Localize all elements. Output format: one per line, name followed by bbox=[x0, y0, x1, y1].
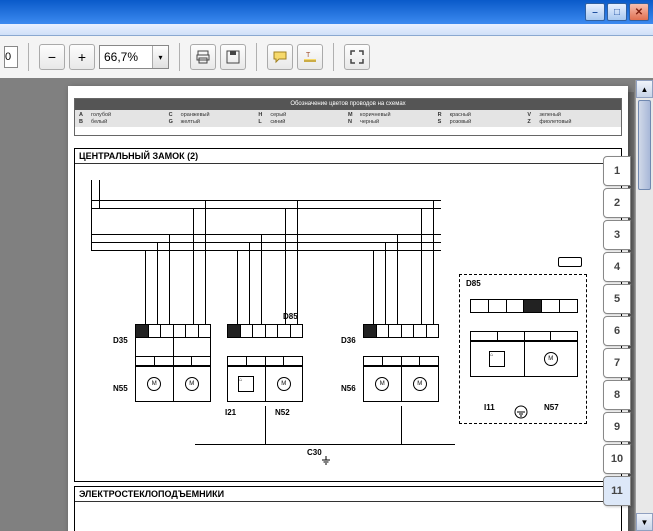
fullscreen-button[interactable] bbox=[344, 44, 370, 70]
section-power-windows: ЭЛЕКТРОСТЕКЛОПОДЪЕМНИКИ bbox=[74, 486, 622, 531]
save-button[interactable] bbox=[220, 44, 246, 70]
plus-icon: + bbox=[78, 49, 86, 65]
legend-name: синий bbox=[270, 119, 285, 125]
page-number-input[interactable] bbox=[4, 46, 18, 68]
vertical-scrollbar[interactable]: ▲ ▼ bbox=[635, 80, 653, 531]
fullscreen-icon bbox=[349, 49, 365, 65]
chevron-down-icon: ▾ bbox=[158, 53, 162, 62]
chevron-down-icon: ▼ bbox=[641, 518, 649, 527]
window-close-button[interactable]: ✕ bbox=[629, 3, 649, 21]
document-page: Обозначение цветов проводов на схемах Aг… bbox=[68, 86, 628, 531]
legend-name: серый bbox=[270, 112, 286, 118]
ground-icon bbox=[514, 405, 528, 419]
legend-code: Z bbox=[527, 119, 535, 125]
zoom-level-combo[interactable]: ▾ bbox=[99, 45, 169, 69]
chapter-tab[interactable]: 3 bbox=[603, 220, 631, 250]
legend-code: B bbox=[79, 119, 87, 125]
chapter-tab[interactable]: 10 bbox=[603, 444, 631, 474]
menubar bbox=[0, 24, 653, 36]
chapter-tab[interactable]: 7 bbox=[603, 348, 631, 378]
legend-name: розовый bbox=[450, 119, 472, 125]
legend-name: фиолетовый bbox=[539, 119, 571, 125]
wiring-diagram: C30 D35 M bbox=[75, 164, 621, 480]
legend-code: G bbox=[169, 119, 177, 125]
zoom-out-button[interactable]: − bbox=[39, 44, 65, 70]
chapter-tab[interactable]: 1 bbox=[603, 156, 631, 186]
highlight-button[interactable]: T bbox=[297, 44, 323, 70]
legend-name: красный bbox=[450, 112, 471, 118]
legend-code: M bbox=[348, 112, 356, 118]
zoom-level-input[interactable] bbox=[100, 46, 152, 68]
legend-code: H bbox=[258, 112, 266, 118]
module-d35-n55: D35 M M N55 bbox=[135, 324, 211, 402]
window-minimize-button[interactable]: – bbox=[585, 3, 605, 21]
highlight-icon: T bbox=[302, 49, 318, 65]
chapter-tab[interactable]: 8 bbox=[603, 380, 631, 410]
window-titlebar: – □ ✕ bbox=[0, 0, 653, 24]
chapter-tab[interactable]: 5 bbox=[603, 284, 631, 314]
legend-name: зеленый bbox=[539, 112, 561, 118]
legend-code: S bbox=[438, 119, 446, 125]
chapter-tab[interactable]: 6 bbox=[603, 316, 631, 346]
zoom-in-button[interactable]: + bbox=[69, 44, 95, 70]
comment-button[interactable] bbox=[267, 44, 293, 70]
document-viewer[interactable]: Обозначение цветов проводов на схемах Aг… bbox=[0, 80, 635, 531]
legend-name: желтый bbox=[181, 119, 200, 125]
module-d36-n56: D36 M M N56 bbox=[363, 324, 439, 402]
scroll-down-button[interactable]: ▼ bbox=[636, 513, 653, 531]
legend-name: коричневый bbox=[360, 112, 391, 118]
chapter-tab[interactable]: 2 bbox=[603, 188, 631, 218]
legend-code: R bbox=[438, 112, 446, 118]
legend-name: голубой bbox=[91, 112, 111, 118]
section-title: ЭЛЕКТРОСТЕКЛОПОДЪЕМНИКИ bbox=[75, 487, 621, 502]
chapter-tab[interactable]: 9 bbox=[603, 412, 631, 442]
module-d85-i21-n52: D85 ⌂ M I21 N52 bbox=[227, 324, 303, 402]
legend-code: C bbox=[169, 112, 177, 118]
section-central-lock: ЦЕНТРАЛЬНЫЙ ЗАМОК (2) C30 D35 bbox=[74, 148, 622, 482]
legend-code: V bbox=[527, 112, 535, 118]
print-icon bbox=[195, 49, 211, 65]
chapter-tabs: 1 2 3 4 5 6 7 8 9 10 11 bbox=[603, 156, 631, 508]
optional-module-group: D85 ⌂ M bbox=[459, 274, 587, 424]
section-title: ЦЕНТРАЛЬНЫЙ ЗАМОК (2) bbox=[75, 149, 621, 164]
legend-name: черный bbox=[360, 119, 379, 125]
ground-label: C30 bbox=[307, 448, 322, 457]
legend-code: A bbox=[79, 112, 87, 118]
toolbar-separator bbox=[28, 43, 29, 71]
chapter-tab[interactable]: 11 bbox=[603, 476, 631, 506]
window-maximize-button[interactable]: □ bbox=[607, 3, 627, 21]
speech-bubble-icon bbox=[272, 49, 288, 65]
toolbar-separator bbox=[333, 43, 334, 71]
legend-title: Обозначение цветов проводов на схемах bbox=[75, 99, 621, 110]
legend-name: оранжевый bbox=[181, 112, 210, 118]
wire-color-legend: Обозначение цветов проводов на схемах Aг… bbox=[74, 98, 622, 136]
legend-code: N bbox=[348, 119, 356, 125]
toolbar-separator bbox=[179, 43, 180, 71]
toolbar: − + ▾ T bbox=[0, 36, 653, 80]
svg-text:T: T bbox=[306, 52, 311, 59]
save-icon bbox=[225, 49, 241, 65]
toolbar-separator bbox=[256, 43, 257, 71]
legend-code: L bbox=[258, 119, 266, 125]
scroll-up-button[interactable]: ▲ bbox=[636, 80, 653, 98]
ground-icon bbox=[321, 456, 331, 466]
minus-icon: − bbox=[48, 49, 56, 65]
zoom-dropdown-button[interactable]: ▾ bbox=[152, 46, 168, 68]
chapter-tab[interactable]: 4 bbox=[603, 252, 631, 282]
scrollbar-thumb[interactable] bbox=[638, 100, 651, 190]
chevron-up-icon: ▲ bbox=[641, 85, 649, 94]
print-button[interactable] bbox=[190, 44, 216, 70]
legend-name: белый bbox=[91, 119, 107, 125]
fuse-icon bbox=[558, 257, 582, 267]
